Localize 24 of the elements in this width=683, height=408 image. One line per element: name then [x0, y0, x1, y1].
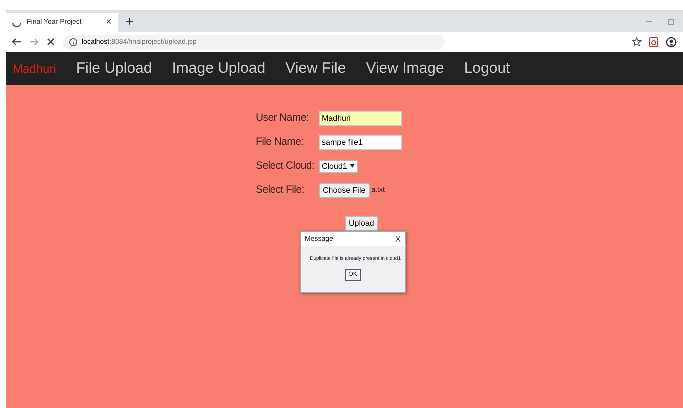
star-icon[interactable] — [632, 37, 642, 47]
text-field[interactable]: Madhuri — [319, 110, 402, 126]
profile-icon[interactable] — [666, 36, 677, 48]
upload-button[interactable]: Upload — [345, 216, 378, 231]
info-icon — [69, 38, 78, 46]
cloud-select[interactable]: Cloud1 — [319, 160, 358, 172]
field-label: User Name: — [256, 112, 310, 124]
field-label: File Name: — [256, 136, 305, 148]
stop-icon[interactable] — [46, 37, 56, 47]
text-field[interactable]: sampe file1 — [319, 134, 402, 150]
close-button[interactable]: X — [396, 234, 401, 244]
extension-icon[interactable] — [649, 36, 659, 48]
field-label: Select Cloud: — [256, 160, 316, 172]
nav-link[interactable]: File Upload — [76, 60, 152, 77]
nav-link[interactable]: Logout — [464, 60, 510, 77]
field-label: Select File: — [256, 184, 306, 196]
nav-link[interactable]: Image Upload — [172, 60, 266, 77]
back-icon[interactable] — [12, 37, 22, 47]
close-tab-button[interactable]: × — [106, 17, 112, 28]
choose-file-button[interactable]: Choose File — [319, 182, 370, 198]
nav-link[interactable]: View File — [286, 60, 346, 77]
dropdown-icon — [350, 164, 356, 168]
nav-link[interactable]: View Image — [366, 60, 444, 77]
new-tab-button[interactable]: + — [126, 14, 134, 29]
